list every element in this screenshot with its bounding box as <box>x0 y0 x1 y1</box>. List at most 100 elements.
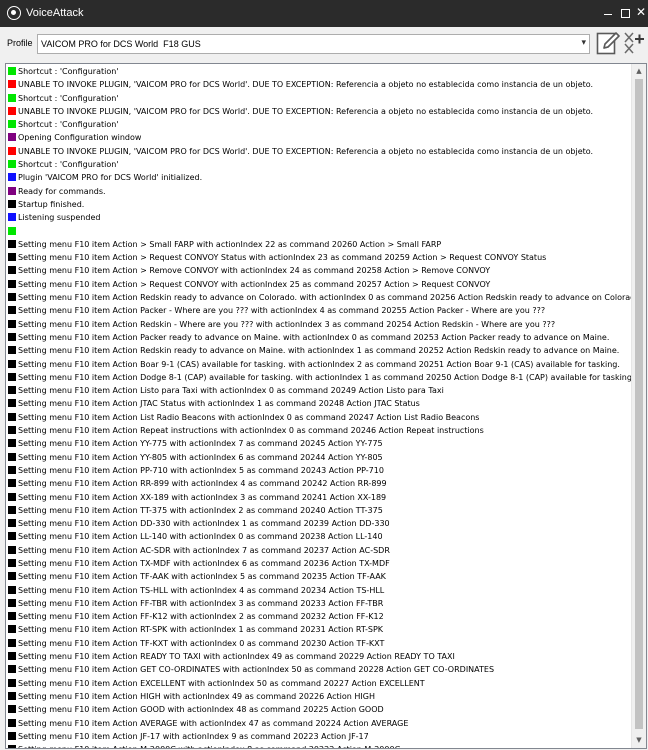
log-entry-text: Setting menu F10 item Action YY-775 with… <box>18 439 383 449</box>
status-square-icon <box>8 638 16 647</box>
vertical-scrollbar[interactable]: ▲ ▼ <box>631 64 646 748</box>
maximize-icon[interactable] <box>619 4 631 20</box>
log-entry: Setting menu F10 item Action > Remove CO… <box>7 264 632 277</box>
log-entry: Setting menu F10 item Action > Request C… <box>7 278 632 291</box>
log-entry: Setting menu F10 item Action TX-MDF with… <box>7 557 632 570</box>
log-entry: Setting menu F10 item Action Dodge 8-1 (… <box>7 371 632 384</box>
log-entry: Setting menu F10 item Action EXCELLENT w… <box>7 677 632 690</box>
log-entry: Setting menu F10 item Action GET CO-ORDI… <box>7 663 632 676</box>
edit-profile-icon <box>596 32 620 55</box>
status-square-icon <box>8 293 16 302</box>
log-entry-text: Setting menu F10 item Action FF-TBR with… <box>18 598 384 608</box>
profile-bar: Profile VAICOM PRO for DCS World F18 GUS… <box>0 27 648 63</box>
new-profile-button[interactable] <box>622 29 646 57</box>
minimize-icon[interactable] <box>602 4 614 20</box>
log-entry: Setting menu F10 item Action Boar 9-1 (C… <box>7 358 632 371</box>
status-square-icon <box>8 612 16 621</box>
log-entry-text: Setting menu F10 item Action READY TO TA… <box>18 652 455 662</box>
log-entry: Setting menu F10 item Action Packer read… <box>7 331 632 344</box>
log-entry: Setting menu F10 item Action TF-KXT with… <box>7 637 632 650</box>
log-entry: Startup finished. <box>7 198 632 211</box>
log-entry: Shortcut : 'Configuration' <box>7 118 632 131</box>
status-square-icon <box>8 279 16 288</box>
profile-select[interactable]: VAICOM PRO for DCS World F18 GUS ▾ <box>37 34 590 54</box>
log-entry-text: Plugin 'VAICOM PRO for DCS World' initia… <box>18 173 203 183</box>
log-entry-text: Setting menu F10 item Action Dodge 8-1 (… <box>18 372 632 382</box>
log-entry-text: Shortcut : 'Configuration' <box>18 160 119 170</box>
status-square-icon <box>8 598 16 607</box>
log-entry: Setting menu F10 item Action TT-375 with… <box>7 504 632 517</box>
log-entry: Setting menu F10 item Action AVERAGE wit… <box>7 717 632 730</box>
log-entry: Setting menu F10 item Action RR-899 with… <box>7 477 632 490</box>
status-square-icon <box>8 67 16 75</box>
status-square-icon <box>8 718 16 727</box>
log-entry: Setting menu F10 item Action PP-710 with… <box>7 464 632 477</box>
status-square-icon <box>8 399 16 408</box>
new-profile-icon <box>624 32 644 54</box>
log-entry-text: Setting menu F10 item Action JTAC Status… <box>18 399 420 409</box>
log-entry-text: UNABLE TO INVOKE PLUGIN, 'VAICOM PRO for… <box>18 146 594 156</box>
chevron-down-icon[interactable]: ▾ <box>581 38 586 48</box>
status-square-icon <box>8 465 16 474</box>
log-entry-text: Setting menu F10 item Action TS-HLL with… <box>18 585 385 595</box>
scrollbar-thumb[interactable] <box>635 79 643 729</box>
log-entry-text: Setting menu F10 item Action Packer read… <box>18 332 610 342</box>
log-entry-text: Setting menu F10 item Action GET CO-ORDI… <box>18 665 495 675</box>
log-entry: Ready for commands. <box>7 185 632 198</box>
log-panel[interactable]: Shortcut : 'Configuration' UNABLE TO INVO… <box>5 63 647 749</box>
status-square-icon <box>8 745 16 748</box>
status-square-icon <box>8 226 16 235</box>
log-entry-text: Setting menu F10 item Action TX-MDF with… <box>18 558 390 568</box>
status-square-icon <box>8 505 16 514</box>
status-square-icon <box>8 519 16 528</box>
status-square-icon <box>8 731 16 740</box>
log-entry-text: UNABLE TO INVOKE PLUGIN, 'VAICOM PRO for… <box>18 80 594 90</box>
log-entry-text: UNABLE TO INVOKE PLUGIN, 'VAICOM PRO for… <box>18 106 594 116</box>
log-entry-text: Setting menu F10 item Action Redskin rea… <box>18 293 632 303</box>
status-square-icon <box>8 120 16 129</box>
log-entry: Setting menu F10 item Action Listo para … <box>7 384 632 397</box>
edit-profile-button[interactable] <box>596 29 620 57</box>
log-entry: Setting menu F10 item Action FF-K12 with… <box>7 610 632 623</box>
log-list: Shortcut : 'Configuration' UNABLE TO INVO… <box>7 65 632 748</box>
log-entry: Setting menu F10 item Action > Request C… <box>7 251 632 264</box>
profile-select-value: VAICOM PRO for DCS World F18 GUS <box>41 39 201 49</box>
status-square-icon <box>8 80 16 89</box>
status-square-icon <box>8 253 16 262</box>
log-entry-text: Setting menu F10 item Action AVERAGE wit… <box>18 718 409 728</box>
log-entry: Setting menu F10 item Action > Small FAR… <box>7 238 632 251</box>
log-entry-text: Startup finished. <box>18 199 85 209</box>
voiceattack-logo-icon[interactable] <box>7 6 21 20</box>
log-entry: UNABLE TO INVOKE PLUGIN, 'VAICOM PRO for… <box>7 145 632 158</box>
log-entry-text: Setting menu F10 item Action FF-K12 with… <box>18 612 384 622</box>
status-square-icon <box>8 346 16 355</box>
log-entry: Setting menu F10 item Action DD-330 with… <box>7 517 632 530</box>
status-square-icon <box>8 678 16 687</box>
log-entry-text: Setting menu F10 item Action > Request C… <box>18 279 491 289</box>
status-square-icon <box>8 625 16 634</box>
window-title: VoiceAttack <box>26 7 84 19</box>
log-entry-text: Setting menu F10 item Action TT-375 with… <box>18 505 383 515</box>
log-entry: Setting menu F10 item Action HIGH with a… <box>7 690 632 703</box>
log-entry-text: Setting menu F10 item Action AC-SDR with… <box>18 545 390 555</box>
log-entry: Plugin 'VAICOM PRO for DCS World' initia… <box>7 171 632 184</box>
log-entry-text: Shortcut : 'Configuration' <box>18 93 119 103</box>
log-entry: Setting menu F10 item Action RT-SPK with… <box>7 623 632 636</box>
log-entry: Listening suspended <box>7 211 632 224</box>
close-icon[interactable]: ✕ <box>635 4 647 20</box>
log-entry: Shortcut : 'Configuration' <box>7 92 632 105</box>
log-entry <box>7 225 632 238</box>
log-entry-text: Setting menu F10 item Action RR-899 with… <box>18 479 387 489</box>
log-entry-text: Setting menu F10 item Action YY-805 with… <box>18 452 383 462</box>
log-entry: Setting menu F10 item Action XX-189 with… <box>7 491 632 504</box>
log-entry-text: Setting menu F10 item Action DD-330 with… <box>18 519 390 529</box>
title-bar[interactable]: VoiceAttack ✕ <box>0 0 648 27</box>
status-square-icon <box>8 359 16 368</box>
profile-label: Profile <box>7 38 33 48</box>
log-entry: Setting menu F10 item Action READY TO TA… <box>7 650 632 663</box>
status-square-icon <box>8 585 16 594</box>
status-square-icon <box>8 372 16 381</box>
scroll-down-icon[interactable]: ▼ <box>632 733 646 748</box>
log-entry: Setting menu F10 item Action Redskin rea… <box>7 291 632 304</box>
scroll-up-icon[interactable]: ▲ <box>632 64 646 79</box>
